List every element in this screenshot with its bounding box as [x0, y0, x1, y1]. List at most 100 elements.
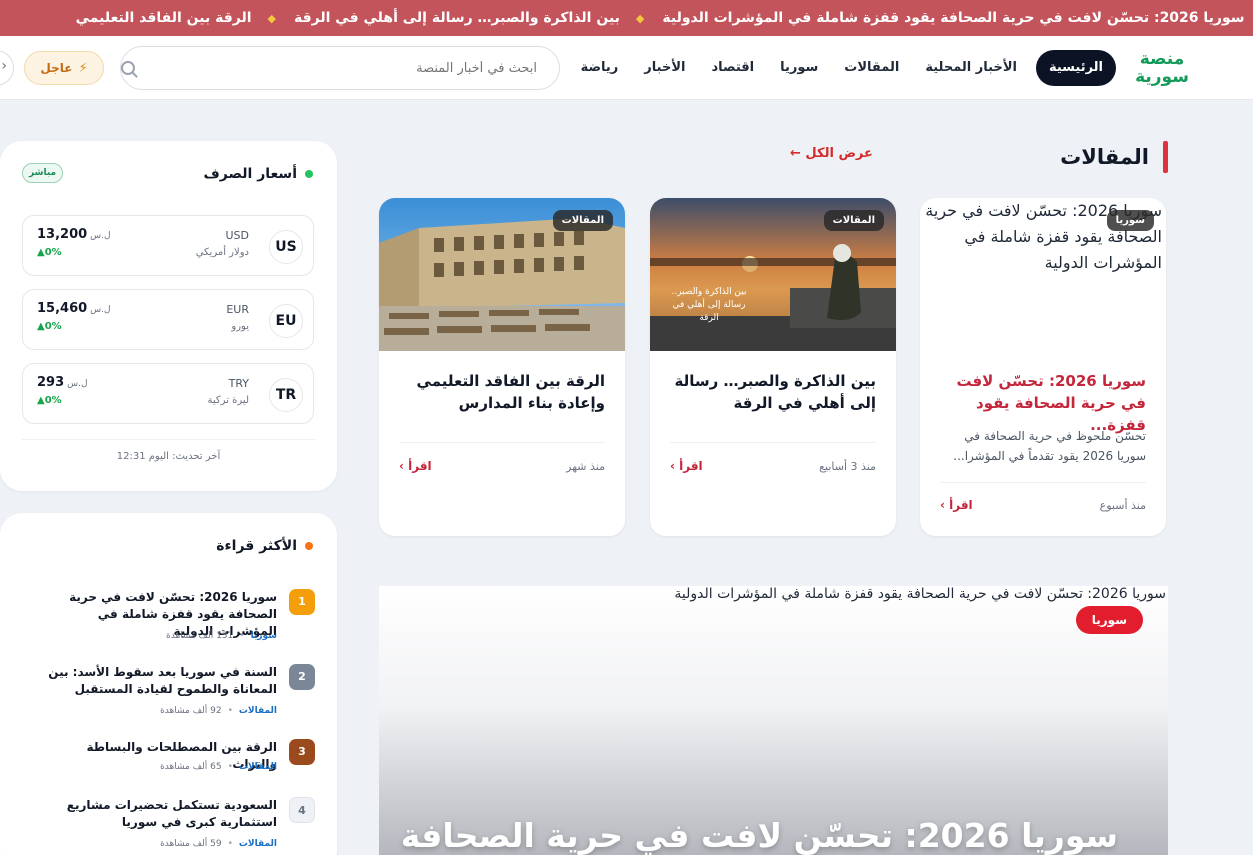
panel-title: أسعار الصرف: [203, 166, 297, 182]
currency-name: يورو: [231, 321, 249, 332]
bolt-icon: ⚡: [78, 60, 88, 76]
panel-header: الأكثر قراءة: [216, 538, 313, 554]
ticker-item[interactable]: سوريا 2026: تحسّن لافت في حرية الصحافة ي…: [662, 10, 1244, 26]
search-box[interactable]: [120, 46, 560, 90]
currency-row: EU EUR يورو ل.س15,460 ▲0%: [22, 289, 314, 350]
top-nav: منصة سورية الرئيسية الأخبار المحلية المق…: [0, 36, 1253, 100]
logo-line-1: منصة: [1139, 49, 1185, 69]
card-divider: [399, 442, 605, 443]
search-input[interactable]: [160, 60, 537, 76]
currency-code: USD: [225, 229, 249, 242]
meta-separator: •: [239, 631, 245, 641]
most-read-views: 65 ألف مشاهدة: [160, 762, 222, 772]
ticker-bullet-icon: ◆: [267, 11, 276, 25]
most-read-meta: المقالات • 92 ألف مشاهدة: [160, 706, 277, 716]
article-title[interactable]: بين الذاكرة والصبر… رسالة إلى أهلي في ال…: [670, 370, 877, 414]
nav-link-local-news[interactable]: الأخبار المحلية: [912, 50, 1030, 86]
currency-value: 293: [37, 375, 65, 390]
nav-link-economy[interactable]: اقتصاد: [698, 50, 767, 86]
rank-badge: 3: [289, 739, 315, 765]
read-more-link[interactable]: اقرأ: [670, 459, 703, 473]
nav-links: الرئيسية الأخبار المحلية المقالات سوريا …: [568, 50, 1116, 86]
ticker-item[interactable]: بين الذاكرة والصبر… رسالة إلى أهلي في ال…: [294, 10, 620, 26]
currency-flag-icon: EU: [269, 304, 303, 338]
currency-flag-icon: US: [269, 230, 303, 264]
article-image[interactable]: سوريا 2026: تحسّن لافت في حرية الصحافة ي…: [920, 198, 1166, 351]
currency-value-wrap: ل.س13,200: [37, 227, 111, 242]
most-read-meta: المقالات • 65 ألف مشاهدة: [160, 762, 277, 772]
most-read-item[interactable]: 2 السنة في سوريا بعد سقوط الأسد: بين الم…: [22, 664, 315, 720]
most-read-views: 92 ألف مشاهدة: [160, 706, 222, 716]
nav-link-sports[interactable]: رياضة: [568, 50, 632, 86]
article-card[interactable]: المقالات الرقة بين الفاقد التعليمي وإعاد…: [379, 198, 625, 536]
most-read-title[interactable]: السعودية تستكمل تحضيرات مشاريع استثمارية…: [42, 797, 277, 831]
rank-badge: 2: [289, 664, 315, 690]
ticker-bullet-icon: ◆: [635, 11, 645, 25]
article-time: منذ أسبوع: [1099, 499, 1146, 512]
category-badge[interactable]: المقالات: [552, 210, 613, 231]
read-more-link[interactable]: اقرأ: [399, 459, 432, 473]
nav-link-syria[interactable]: سوريا: [767, 50, 831, 86]
article-card[interactable]: سوريا 2026: تحسّن لافت في حرية الصحافة ي…: [920, 198, 1166, 536]
currency-flag-icon: TR: [269, 378, 303, 412]
meta-separator: •: [227, 762, 233, 772]
most-read-category[interactable]: سوريا: [251, 631, 277, 641]
currency-unit: ل.س: [90, 305, 111, 315]
currency-row: TR TRY ليرة تركية ل.س293 ▲0%: [22, 363, 314, 424]
section-title: المقالات: [1060, 145, 1149, 169]
panel-header: أسعار الصرف: [204, 166, 313, 182]
read-more-link[interactable]: اقرأ: [940, 498, 973, 512]
most-read-category[interactable]: المقالات: [239, 839, 277, 849]
article-time: منذ 3 أسابيع: [819, 460, 876, 473]
most-read-item[interactable]: 3 الرقة بين المصطلحات والبساطة والتراث ا…: [22, 739, 315, 779]
site-logo[interactable]: منصة سورية: [1129, 50, 1195, 88]
article-card[interactable]: بين الذاكرة والصبر.. رسالة إلى أهلي في ا…: [650, 198, 896, 536]
currency-change: ▲0%: [37, 321, 62, 332]
card-divider: [670, 442, 876, 443]
currency-code: EUR: [226, 303, 249, 316]
section-accent-bar: [1163, 141, 1168, 173]
article-image[interactable]: المقالات: [379, 198, 625, 351]
ticker-item[interactable]: الرقة بين الفاقد التعليمي: [76, 10, 252, 26]
nav-link-home[interactable]: الرئيسية: [1035, 50, 1116, 86]
live-badge: مباشر: [22, 163, 64, 183]
most-read-views: 131 ألف مشاهدة: [166, 631, 234, 641]
featured-image-alt-text: سوريا 2026: تحسّن لافت في حرية الصحافة ي…: [674, 586, 1166, 602]
most-read-views: 59 ألف مشاهدة: [160, 839, 222, 849]
urgent-label: عاجل: [40, 61, 73, 75]
nav-scroll-button[interactable]: [0, 50, 14, 86]
most-read-category[interactable]: المقالات: [239, 762, 277, 772]
panel-divider: [22, 439, 315, 440]
image-caption-line: بين الذاكرة والصبر..: [671, 287, 747, 297]
most-read-title[interactable]: السنة في سوريا بعد سقوط الأسد: بين المعا…: [42, 664, 277, 698]
category-badge[interactable]: المقالات: [823, 210, 884, 231]
urgent-button[interactable]: ⚡ عاجل: [24, 51, 104, 85]
most-read-item[interactable]: 4 السعودية تستكمل تحضيرات مشاريع استثمار…: [22, 797, 315, 853]
article-title[interactable]: الرقة بين الفاقد التعليمي وإعادة بناء ال…: [399, 370, 605, 414]
panel-title: الأكثر قراءة: [216, 538, 297, 554]
exchange-rates-panel: أسعار الصرف مباشر US USD دولار أمريكي ل.…: [0, 141, 337, 491]
nav-link-news[interactable]: الأخبار: [631, 50, 698, 86]
currency-value: 15,460: [37, 301, 88, 316]
article-excerpt: تحسّن ملحوظ في حرية الصحافة في سوريا 202…: [953, 429, 1146, 463]
article-image[interactable]: بين الذاكرة والصبر.. رسالة إلى أهلي في ا…: [650, 198, 896, 351]
currency-change: ▲0%: [37, 247, 62, 258]
image-caption-line: رسالة إلى أهلي في الرقة: [672, 300, 746, 323]
breaking-ticker: ◆ سوريا 2026: تحسّن لافت في حرية الصحافة…: [0, 0, 1253, 36]
live-dot-icon: [305, 170, 313, 178]
most-read-category[interactable]: المقالات: [239, 706, 277, 716]
most-read-item[interactable]: 1 سوريا 2026: تحسّن لافت في حرية الصحافة…: [22, 589, 315, 645]
category-badge[interactable]: سوريا: [1106, 210, 1154, 231]
featured-category-badge[interactable]: سوريا: [1075, 606, 1143, 634]
search-icon[interactable]: [121, 61, 135, 75]
featured-article[interactable]: سوريا 2026: تحسّن لافت في حرية الصحافة ي…: [379, 586, 1168, 855]
card-divider: [940, 482, 1146, 483]
currency-unit: ل.س: [90, 231, 111, 241]
featured-title[interactable]: سوريا 2026: تحسّن لافت في حرية الصحافة: [401, 816, 1118, 855]
most-read-meta: سوريا • 131 ألف مشاهدة: [166, 631, 277, 641]
most-read-panel: الأكثر قراءة 1 سوريا 2026: تحسّن لافت في…: [0, 513, 337, 855]
view-all-link[interactable]: عرض الكل ←: [790, 146, 873, 161]
currency-name: ليرة تركية: [207, 395, 249, 406]
most-read-meta: المقالات • 59 ألف مشاهدة: [160, 839, 277, 849]
nav-link-articles[interactable]: المقالات: [831, 50, 912, 86]
